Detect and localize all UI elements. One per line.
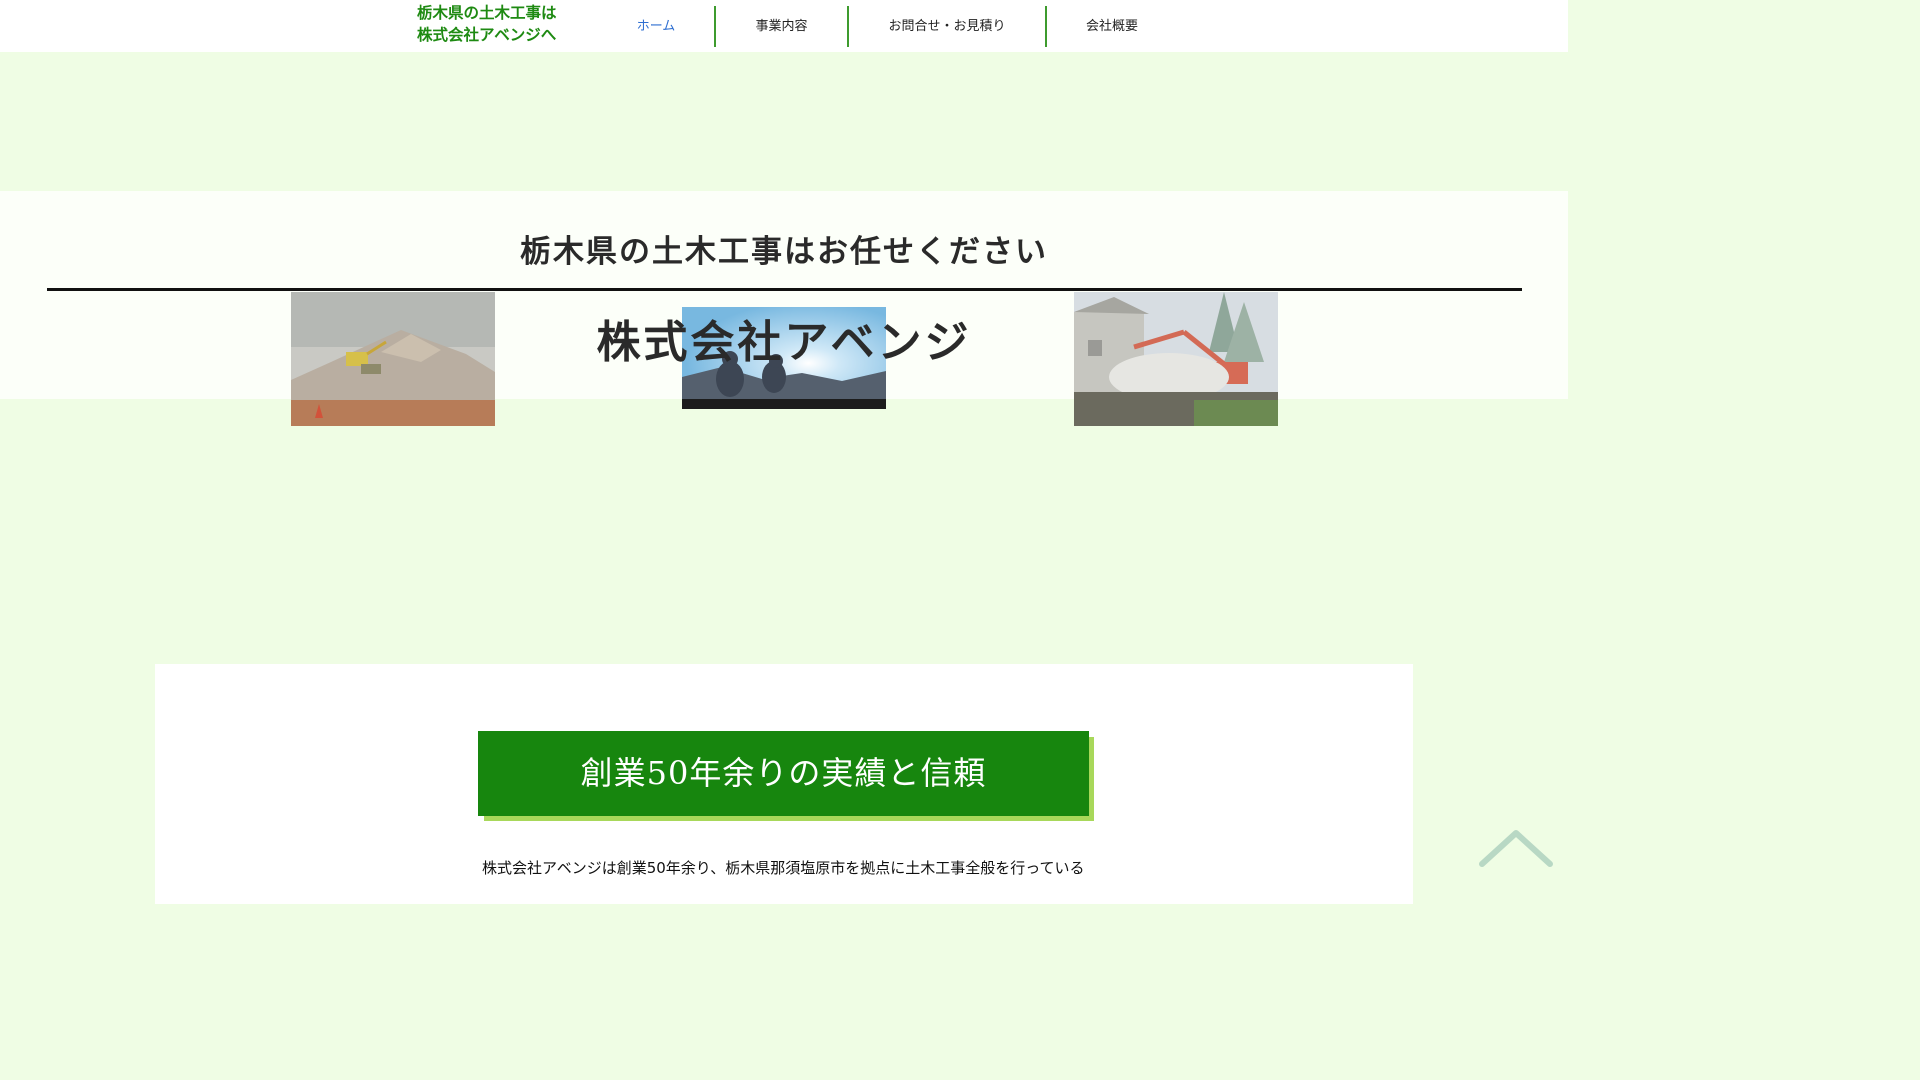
chevron-up-icon: [1479, 830, 1553, 867]
nav-home[interactable]: ホーム: [598, 6, 714, 47]
hero-divider: [47, 288, 1522, 291]
back-to-top-button[interactable]: [1478, 826, 1554, 870]
nav-company[interactable]: 会社概要: [1047, 6, 1177, 47]
logo-line-2: 株式会社アベンジへ: [417, 26, 557, 44]
nav-services[interactable]: 事業内容: [716, 6, 847, 47]
section-heading: 創業50年余りの実績と信頼: [478, 731, 1089, 816]
hero-subtitle: 栃木県の土木工事はお任せください: [520, 234, 1048, 270]
nav-contact[interactable]: お問合せ・お見積り: [849, 6, 1045, 47]
site-header: 栃木県の土木工事は 株式会社アベンジへ ホーム 事業内容 お問合せ・お見積り 会…: [0, 0, 1568, 52]
hero-title: 株式会社アベンジ: [596, 317, 972, 368]
site-logo[interactable]: 栃木県の土木工事は 株式会社アベンジへ: [417, 2, 587, 46]
logo-line-1: 栃木県の土木工事は: [417, 4, 557, 22]
intro-text: 株式会社アベンジは創業50年余り、栃木県那須塩原市を拠点に土木工事全般を行ってい…: [482, 859, 1085, 877]
